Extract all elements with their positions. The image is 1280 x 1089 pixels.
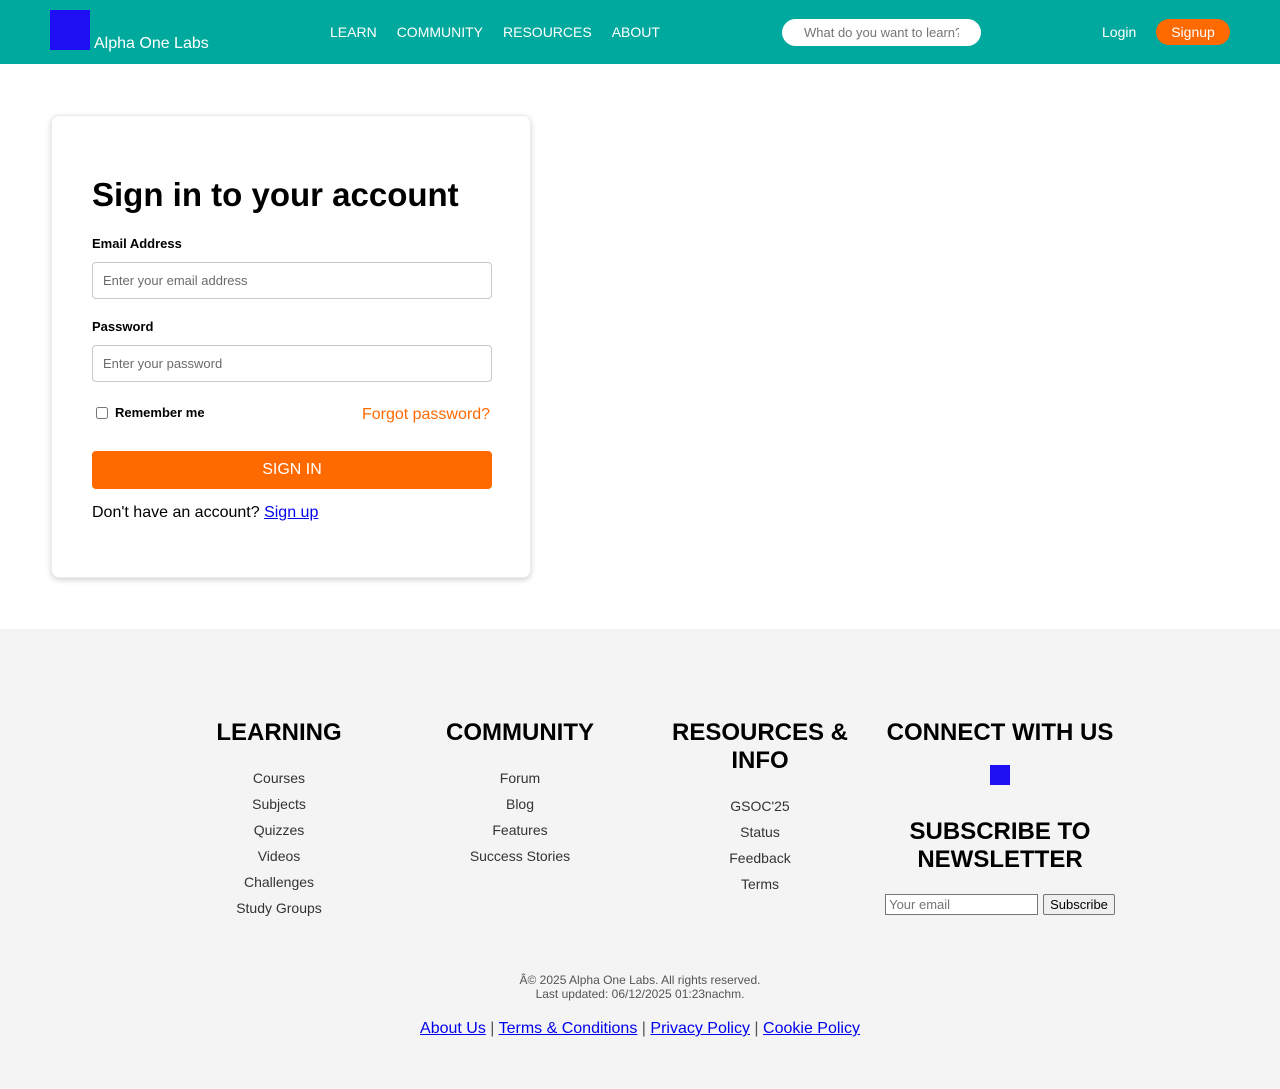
page-title: Sign in to your account — [92, 176, 459, 213]
footer-link-challenges[interactable]: Challenges — [244, 874, 314, 890]
last-updated-text: Last updated: 06/12/2025 01:23nachm. — [535, 987, 745, 1001]
newsletter-form: Subscribe — [880, 894, 1120, 915]
link-separator: | — [490, 1020, 495, 1037]
footer-connect: CONNECT WITH US SUBSCRIBE TO NEWSLETTER … — [880, 719, 1120, 915]
remember-me-checkbox[interactable] — [96, 406, 108, 419]
link-separator: | — [754, 1020, 759, 1037]
footer-connect-title: CONNECT WITH US — [886, 719, 1114, 746]
nav-about[interactable]: ABOUT — [612, 24, 660, 40]
footer-link-terms[interactable]: Terms — [741, 876, 779, 892]
footer-link-blog[interactable]: Blog — [506, 796, 534, 812]
footer-link-success-stories[interactable]: Success Stories — [470, 848, 570, 864]
social-icon[interactable] — [990, 765, 1010, 785]
sign-up-link[interactable]: Sign up — [264, 504, 318, 521]
link-separator: | — [641, 1020, 646, 1037]
main-nav: LEARN COMMUNITY RESOURCES ABOUT — [330, 24, 660, 40]
newsletter-email-input[interactable] — [885, 894, 1039, 915]
footer-community-title: COMMUNITY — [446, 719, 594, 746]
no-account-text: Don't have an account? Sign up — [92, 504, 318, 522]
footer-link-courses[interactable]: Courses — [253, 770, 305, 786]
password-label: Password — [92, 319, 154, 334]
top-navbar: Alpha One Labs LEARN COMMUNITY RESOURCES… — [0, 0, 1280, 64]
nav-learn[interactable]: LEARN — [330, 24, 377, 40]
footer-resources: RESOURCES & INFO GSOC'25 Status Feedback… — [640, 719, 880, 897]
copyright-text: Â© 2025 Alpha One Labs. All rights reser… — [519, 973, 761, 987]
footer-link-gsoc[interactable]: GSOC'25 — [730, 798, 789, 814]
logo-icon[interactable] — [50, 10, 90, 50]
footer-link-feedback[interactable]: Feedback — [729, 850, 790, 866]
remember-me-label: Remember me — [115, 405, 205, 420]
nav-resources[interactable]: RESOURCES — [503, 24, 592, 40]
newsletter-title: SUBSCRIBE TO NEWSLETTER — [909, 818, 1091, 873]
footer: LEARNING Courses Subjects Quizzes Videos… — [0, 629, 1280, 1089]
email-label: Email Address — [92, 236, 182, 251]
privacy-policy-link[interactable]: Privacy Policy — [650, 1020, 750, 1037]
footer-link-quizzes[interactable]: Quizzes — [254, 822, 305, 838]
search-input[interactable] — [782, 19, 981, 46]
footer-resources-title: RESOURCES & INFO — [671, 719, 849, 774]
login-card: Sign in to your account Email Address Pa… — [51, 115, 531, 578]
subscribe-button[interactable]: Subscribe — [1043, 894, 1115, 915]
remember-me[interactable]: Remember me — [96, 405, 205, 420]
footer-link-videos[interactable]: Videos — [258, 848, 301, 864]
cookie-policy-link[interactable]: Cookie Policy — [763, 1020, 860, 1037]
footer-link-features[interactable]: Features — [492, 822, 547, 838]
login-link[interactable]: Login — [1102, 24, 1136, 40]
copyright-block: Â© 2025 Alpha One Labs. All rights reser… — [0, 973, 1280, 1001]
footer-community: COMMUNITY Forum Blog Features Success St… — [400, 719, 640, 869]
footer-learning: LEARNING Courses Subjects Quizzes Videos… — [159, 719, 399, 921]
footer-link-status[interactable]: Status — [740, 824, 780, 840]
signup-button[interactable]: Signup — [1156, 19, 1230, 45]
email-field[interactable] — [92, 262, 492, 299]
footer-link-subjects[interactable]: Subjects — [252, 796, 306, 812]
footer-learning-title: LEARNING — [216, 719, 342, 746]
password-field[interactable] — [92, 345, 492, 382]
nav-community[interactable]: COMMUNITY — [397, 24, 483, 40]
no-account-label: Don't have an account? — [92, 504, 260, 521]
forgot-password-link[interactable]: Forgot password? — [362, 406, 490, 424]
terms-conditions-link[interactable]: Terms & Conditions — [499, 1020, 638, 1037]
brand-name[interactable]: Alpha One Labs — [94, 35, 209, 53]
footer-bottom-links: About Us | Terms & Conditions | Privacy … — [0, 1020, 1280, 1038]
footer-link-forum[interactable]: Forum — [500, 770, 540, 786]
about-us-link[interactable]: About Us — [420, 1020, 486, 1037]
footer-link-study-groups[interactable]: Study Groups — [236, 900, 322, 916]
sign-in-button[interactable]: SIGN IN — [92, 451, 492, 489]
